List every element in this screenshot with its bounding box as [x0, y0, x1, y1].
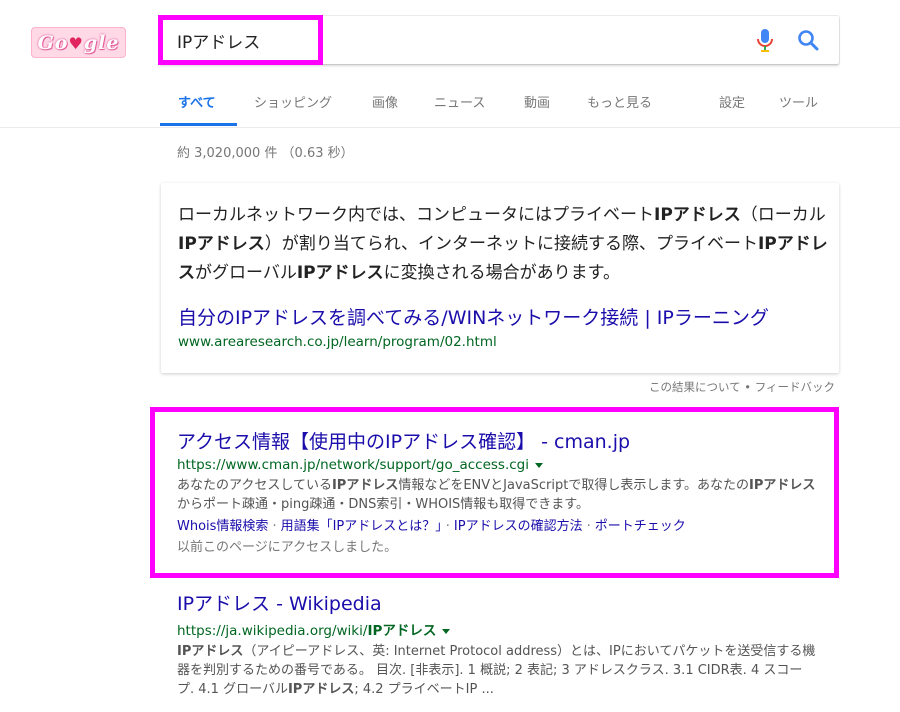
- logo-text: Go♥gle: [37, 31, 120, 54]
- result-url: https://ja.wikipedia.org/wiki/IPアドレス: [177, 619, 837, 639]
- snippet-url: www.arearesearch.co.jp/learn/program/02.…: [178, 334, 497, 350]
- tab-shopping[interactable]: ショッピング: [254, 92, 332, 111]
- tab-images[interactable]: 画像: [372, 92, 398, 111]
- tab-tools[interactable]: ツール: [779, 92, 818, 111]
- tab-settings[interactable]: 設定: [719, 92, 745, 111]
- result-title-link[interactable]: アクセス情報【使用中のIPアドレス確認】 - cman.jp: [177, 427, 837, 454]
- tab-all[interactable]: すべて: [178, 92, 216, 111]
- heart-icon: ♥: [68, 33, 84, 53]
- search-tabs: すべて ショッピング 画像 ニュース 動画 もっと見る 設定 ツール: [0, 88, 900, 128]
- search-icon[interactable]: [797, 29, 819, 51]
- result-stats: 約 3,020,000 件 （0.63 秒）: [177, 146, 354, 161]
- sitelink[interactable]: IPアドレスの確認方法: [454, 519, 583, 534]
- tab-more[interactable]: もっと見る: [587, 92, 652, 111]
- active-tab-indicator: [160, 123, 237, 126]
- result-title-link[interactable]: IPアドレス - Wikipedia: [177, 589, 837, 616]
- microphone-icon[interactable]: [755, 28, 775, 54]
- result-description: IPアドレス（アイピーアドレス、英: Internet Protocol add…: [177, 644, 816, 697]
- dropdown-caret-icon[interactable]: [534, 462, 543, 468]
- tab-videos[interactable]: 動画: [524, 92, 550, 111]
- header: Go♥gle すべて ショッピング 画像 ニュース 動画 もっと見る 設定 ツー…: [0, 0, 900, 128]
- sitelink[interactable]: ポートチェック: [595, 519, 686, 534]
- featured-snippet: ローカルネットワーク内では、コンピュータにはプライベートIPアドレス（ローカルI…: [161, 183, 839, 373]
- snippet-title-link[interactable]: 自分のIPアドレスを調べてみる/WINネットワーク接続 | IPラーニング: [178, 303, 769, 330]
- sitelink[interactable]: 用語集「IPアドレスとは？」: [281, 519, 442, 534]
- search-result: IPアドレス - Wikipedia https://ja.wikipedia.…: [177, 589, 837, 699]
- search-result: アクセス情報【使用中のIPアドレス確認】 - cman.jp https://w…: [177, 427, 837, 555]
- snippet-text: ローカルネットワーク内では、コンピュータにはプライベートIPアドレス（ローカルI…: [178, 205, 828, 283]
- dropdown-caret-icon[interactable]: [442, 628, 451, 634]
- result-description: あなたのアクセスしているIPアドレス情報などをENVとJavaScriptで取得…: [177, 478, 816, 512]
- result-url: https://www.cman.jp/network/support/go_a…: [177, 457, 837, 473]
- visited-note: 以前このページにアクセスしました。: [177, 540, 398, 555]
- feedback-link[interactable]: この結果について • フィードバック: [649, 379, 835, 395]
- sitelink[interactable]: Whois情報検索: [177, 519, 268, 534]
- result-sitelinks: Whois情報検索 · 用語集「IPアドレスとは？」 · IPアドレスの確認方法 · ポート…: [177, 519, 686, 534]
- tab-news[interactable]: ニュース: [434, 92, 485, 111]
- search-input[interactable]: [177, 26, 477, 54]
- search-box: [159, 16, 839, 64]
- google-doodle-logo[interactable]: Go♥gle: [31, 27, 126, 58]
